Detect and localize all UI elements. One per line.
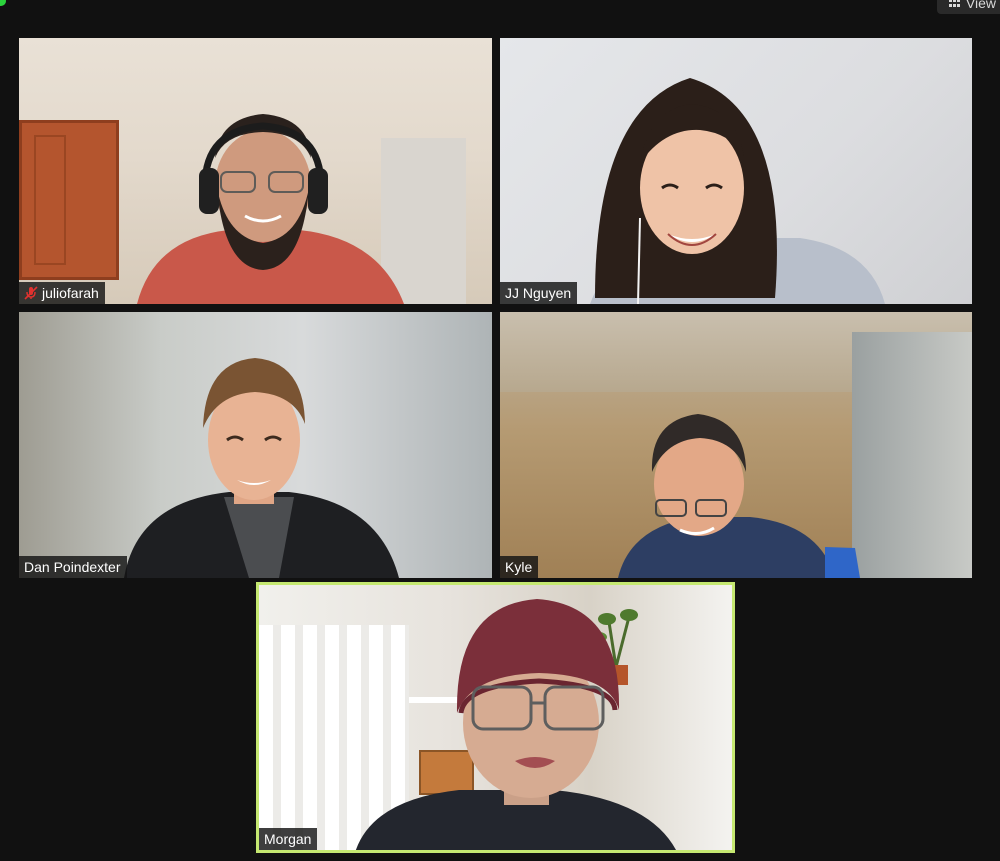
video-feed bbox=[259, 585, 732, 850]
video-tile-morgan-active-speaker[interactable]: Morgan bbox=[256, 582, 735, 853]
participant-video bbox=[124, 358, 399, 578]
video-feed bbox=[500, 312, 972, 578]
video-tile-jj-nguyen[interactable]: JJ Nguyen bbox=[500, 38, 972, 304]
participant-name-tag: juliofarah bbox=[19, 282, 105, 304]
participant-video bbox=[590, 78, 885, 304]
participant-name-tag: Kyle bbox=[500, 556, 539, 578]
participant-video bbox=[137, 114, 404, 304]
participant-name-tag: Morgan bbox=[259, 828, 318, 850]
participant-name: JJ Nguyen bbox=[505, 285, 572, 301]
view-button-label: View bbox=[965, 0, 996, 11]
participant-name-tag: Dan Poindexter bbox=[19, 556, 127, 578]
view-button[interactable]: View bbox=[936, 0, 1000, 14]
video-feed bbox=[19, 312, 492, 578]
grid-icon bbox=[948, 0, 960, 7]
video-feed bbox=[19, 38, 492, 304]
video-feed bbox=[500, 38, 972, 304]
participant-video bbox=[618, 414, 860, 578]
participant-name: Kyle bbox=[505, 559, 533, 575]
video-tile-dan-poindexter[interactable]: Dan Poindexter bbox=[19, 312, 492, 578]
video-tile-juliofarah[interactable]: juliofarah bbox=[19, 38, 492, 304]
participant-name-tag: JJ Nguyen bbox=[500, 282, 578, 304]
participant-name: Morgan bbox=[264, 831, 312, 847]
video-tile-kyle[interactable]: Kyle bbox=[500, 312, 972, 578]
connection-status-dot-icon bbox=[0, 0, 6, 6]
participant-name: Dan Poindexter bbox=[24, 559, 121, 575]
participant-name: juliofarah bbox=[42, 285, 99, 301]
participant-video bbox=[356, 599, 676, 850]
mic-muted-icon bbox=[24, 286, 38, 300]
